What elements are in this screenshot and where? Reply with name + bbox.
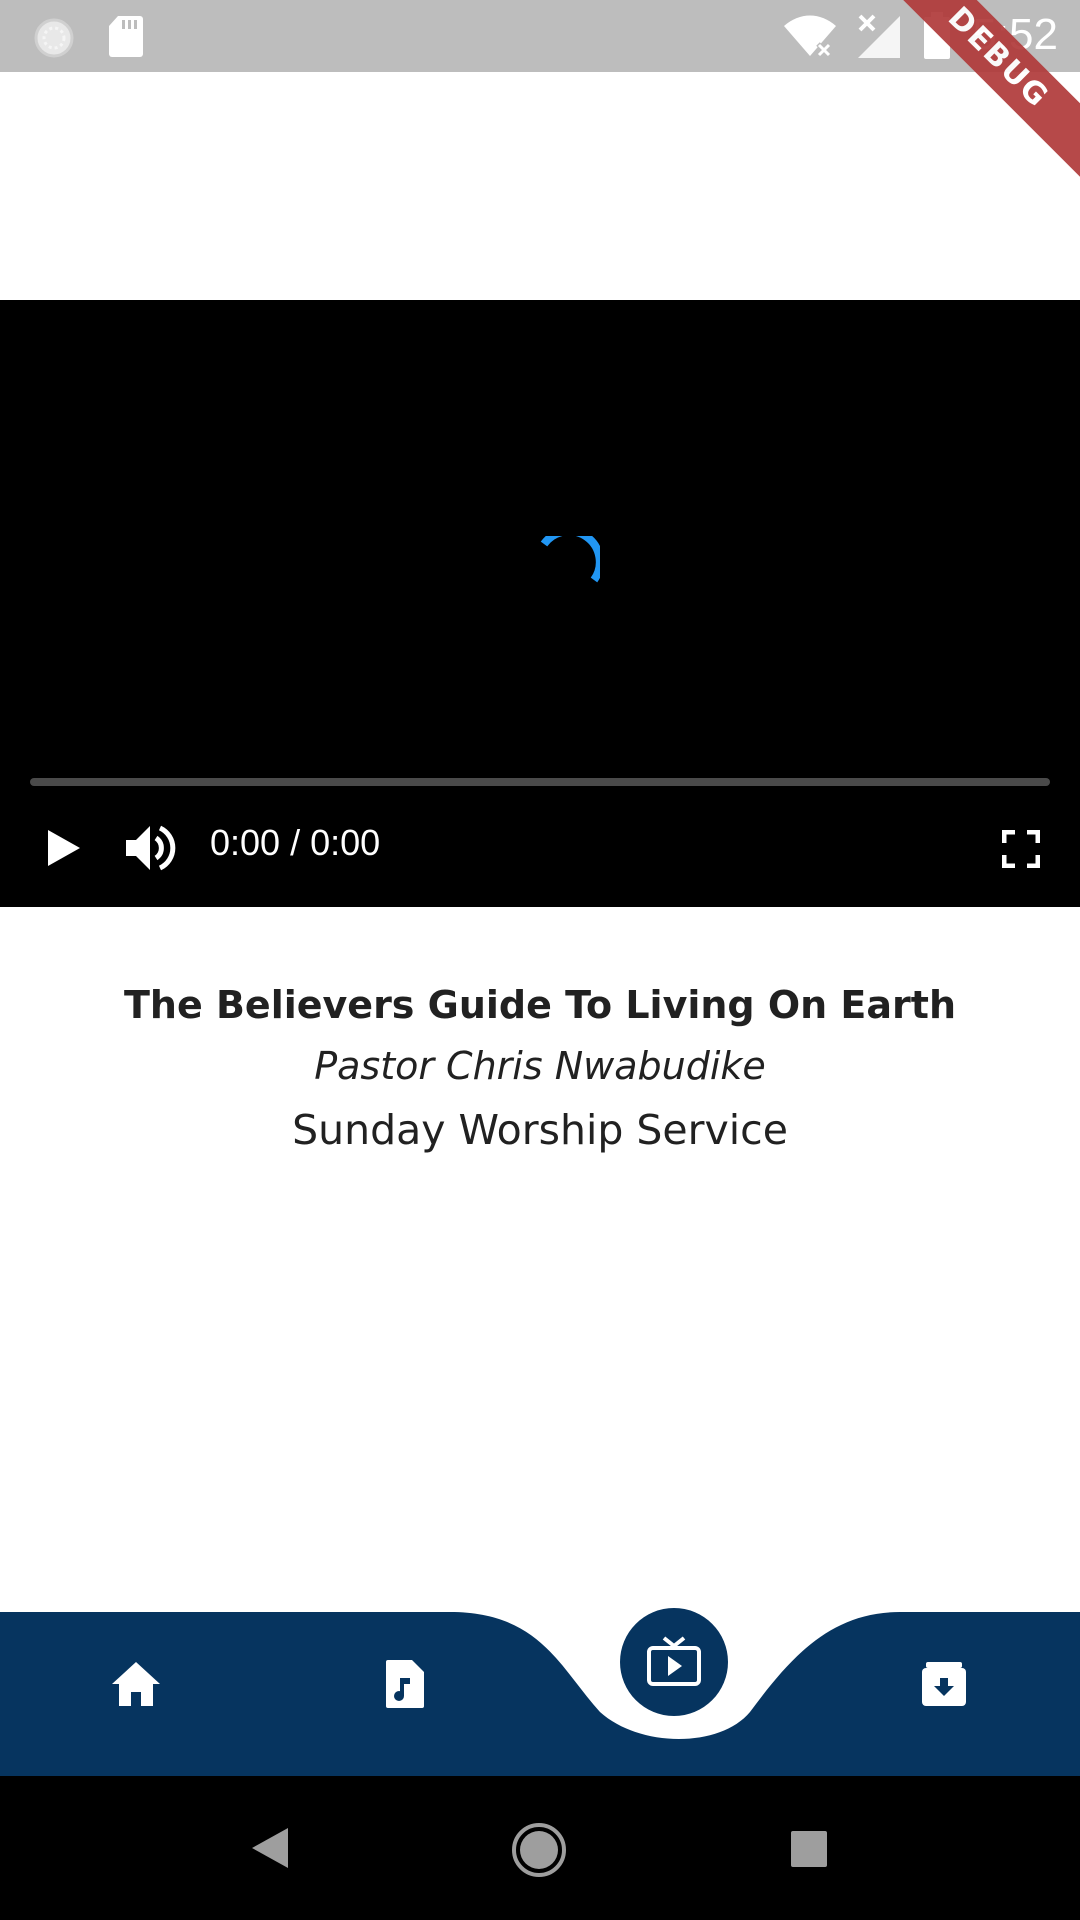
sync-icon <box>34 18 74 58</box>
video-player[interactable]: 0:00 / 0:00 <box>0 300 1080 907</box>
home-circle-icon[interactable] <box>511 1822 567 1878</box>
bottom-nav <box>0 1608 1080 1776</box>
sermon-preacher: Pastor Chris Nwabudike <box>314 1044 766 1088</box>
loading-spinner <box>540 536 600 583</box>
recents-icon[interactable] <box>790 1830 828 1868</box>
volume-icon[interactable] <box>124 822 178 874</box>
live-tv-button[interactable] <box>620 1608 728 1716</box>
sermon-title: The Believers Guide To Living On Earth <box>123 983 956 1027</box>
fullscreen-icon[interactable] <box>1002 830 1040 868</box>
wifi-off-icon <box>784 15 836 58</box>
sermon-service: Sunday Worship Service <box>292 1106 788 1154</box>
home-icon[interactable] <box>110 1660 162 1708</box>
live-tv-icon <box>647 1636 701 1686</box>
sd-card-icon <box>109 16 143 57</box>
signal-off-icon <box>858 14 900 58</box>
video-progress-bar[interactable] <box>30 778 1050 786</box>
sermon-info: The Believers Guide To Living On Earth P… <box>0 975 1080 1163</box>
system-nav-bar <box>0 1776 1080 1920</box>
audio-file-icon[interactable] <box>384 1658 426 1710</box>
play-icon[interactable] <box>44 826 84 870</box>
status-bar: 5:52 DEBUG <box>0 0 1080 190</box>
archive-download-icon[interactable] <box>920 1660 968 1708</box>
back-icon[interactable] <box>250 1826 290 1870</box>
bottom-nav-background <box>0 1612 1080 1776</box>
video-time: 0:00 / 0:00 <box>210 822 381 863</box>
